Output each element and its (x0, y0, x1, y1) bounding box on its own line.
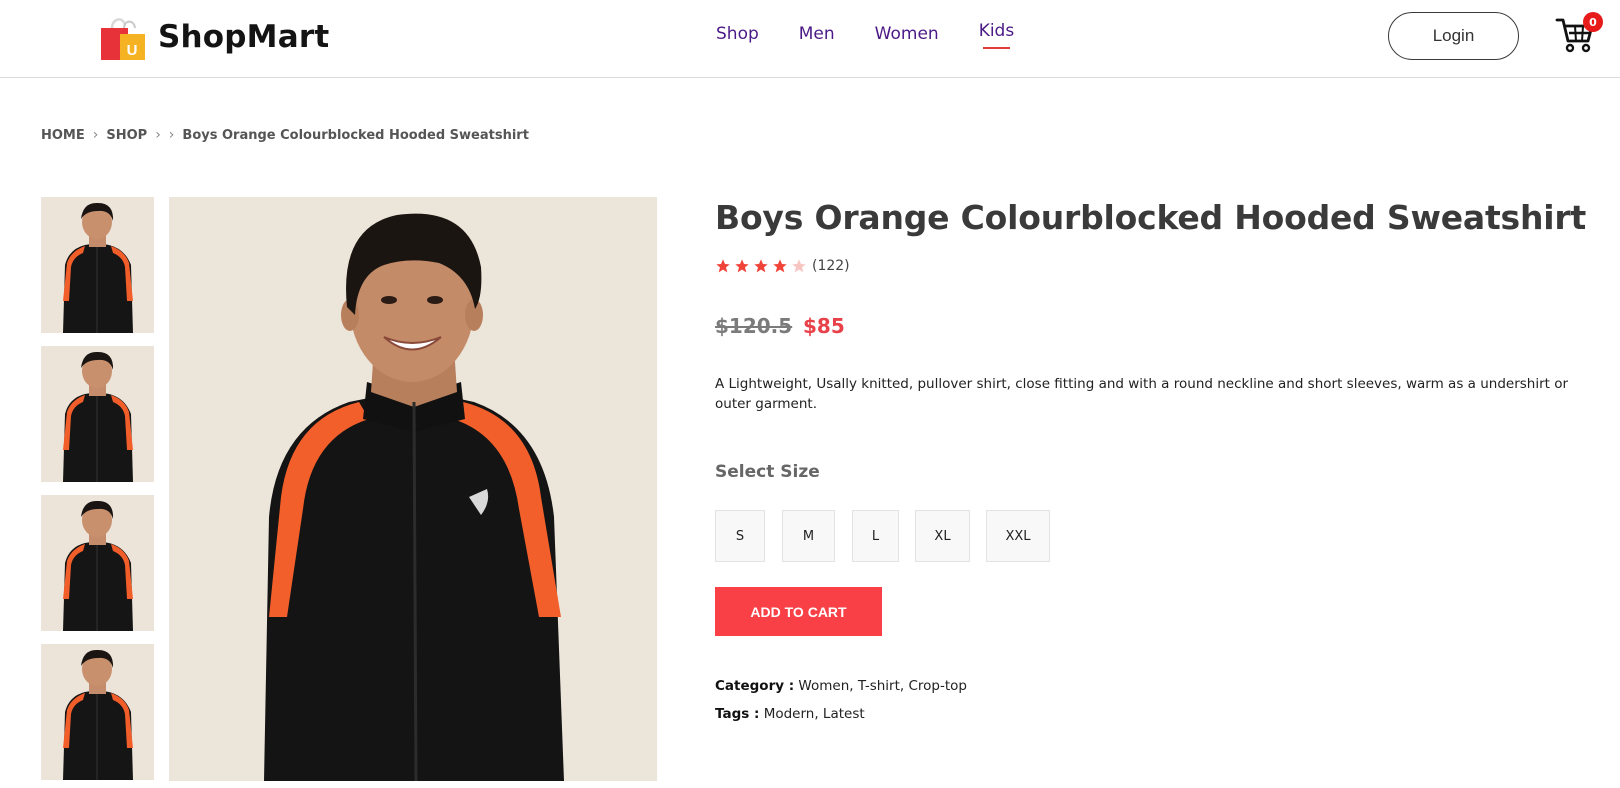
category-label: Category : (715, 678, 795, 694)
brand-logo[interactable]: U ShopMart (98, 12, 329, 62)
sale-price: $85 (803, 314, 845, 338)
boy-jacket-image (169, 197, 657, 781)
product-thumbnail[interactable] (41, 495, 154, 631)
breadcrumb-home[interactable]: HOME (41, 128, 85, 143)
size-options: S M L XL XXL (715, 510, 1067, 562)
nav-item-shop[interactable]: Shop (716, 24, 759, 44)
product-title: Boys Orange Colourblocked Hooded Sweatsh… (715, 198, 1587, 237)
size-option-l[interactable]: L (852, 510, 899, 562)
tags-value[interactable]: Modern, Latest (764, 706, 865, 722)
nav-item-kids[interactable]: Kids (979, 21, 1014, 49)
size-option-xl[interactable]: XL (915, 510, 970, 562)
original-price: $120.5 (715, 314, 793, 338)
chevron-right-icon: › (155, 127, 161, 143)
nav-item-women[interactable]: Women (875, 24, 939, 44)
chevron-right-icon: › (168, 127, 175, 143)
logo-letter: U (127, 42, 138, 59)
rating-count: (122) (812, 258, 850, 274)
product-main-image[interactable] (169, 197, 657, 781)
chevron-right-icon: › (92, 127, 99, 143)
nav-item-men[interactable]: Men (799, 24, 835, 44)
star-filled-icon (716, 259, 730, 273)
boy-jacket-image (41, 644, 154, 780)
size-option-m[interactable]: M (782, 510, 835, 562)
add-to-cart-button[interactable]: ADD TO CART (715, 587, 882, 636)
star-filled-icon (735, 259, 749, 273)
boy-jacket-image (41, 495, 154, 631)
product-rating: (122) (715, 258, 850, 274)
main-nav: Shop Men Women Kids (716, 21, 1054, 49)
star-empty-icon (792, 259, 806, 273)
size-option-s[interactable]: S (715, 510, 765, 562)
tags-label: Tags : (715, 706, 760, 722)
star-filled-icon (773, 259, 787, 273)
product-thumbnail[interactable] (41, 644, 154, 780)
boy-jacket-image (41, 197, 154, 333)
category-value[interactable]: Women, T-shirt, Crop-top (798, 678, 967, 694)
select-size-label: Select Size (715, 462, 820, 482)
shopping-bag-logo-icon: U (101, 18, 145, 60)
breadcrumb-shop[interactable]: SHOP (106, 128, 147, 143)
site-header: U ShopMart Shop Men Women Kids Login 0 (0, 0, 1620, 78)
login-button[interactable]: Login (1388, 12, 1519, 60)
breadcrumb-current: Boys Orange Colourblocked Hooded Sweatsh… (182, 127, 529, 143)
size-option-xxl[interactable]: XXL (986, 510, 1050, 562)
boy-jacket-image (41, 346, 154, 482)
cart-count-badge: 0 (1583, 12, 1603, 32)
product-category: Category : Women, T-shirt, Crop-top (715, 678, 967, 694)
brand-name: ShopMart (158, 19, 330, 55)
product-thumbnail[interactable] (41, 346, 154, 482)
breadcrumb: HOME › SHOP › › Boys Orange Colourblocke… (41, 127, 529, 143)
product-tags: Tags : Modern, Latest (715, 706, 865, 722)
star-filled-icon (754, 259, 768, 273)
product-description: A Lightweight, Usally knitted, pullover … (715, 376, 1569, 412)
product-thumbnail[interactable] (41, 197, 154, 333)
